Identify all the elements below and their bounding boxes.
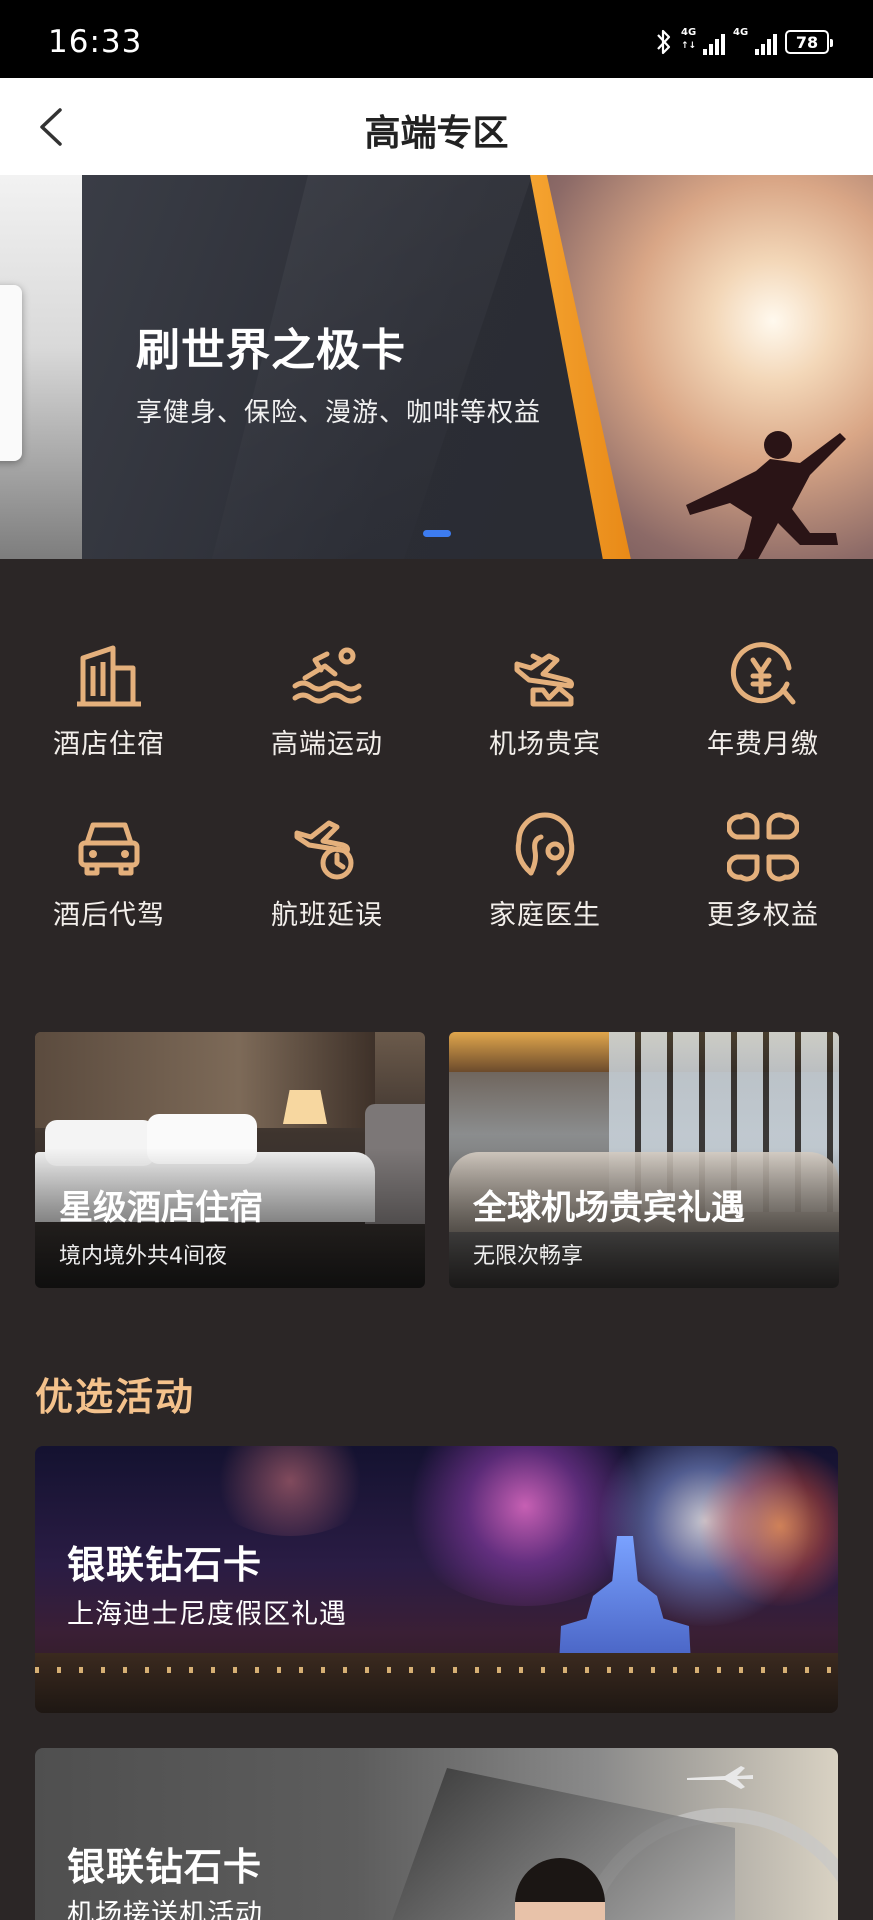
feature-cards: 星级酒店住宿 境内境外共4间夜 全球机场贵宾礼遇 无限次畅享	[35, 1032, 839, 1288]
more-grid-icon	[725, 811, 801, 883]
signal-icon-2: 4G	[733, 27, 777, 57]
card-title: 全球机场贵宾礼遇	[473, 1188, 745, 1228]
banner-title: 刷世界之极卡	[136, 325, 406, 376]
banner-subtitle: 享健身、保险、漫游、咖啡等权益	[136, 398, 542, 428]
car-icon	[71, 811, 147, 883]
building-icon	[71, 640, 147, 712]
carousel-indicator-active	[423, 530, 451, 537]
benefit-label: 高端运动	[271, 729, 383, 760]
benefit-sports[interactable]: 高端运动	[218, 640, 436, 761]
promo-airport-transfer-card[interactable]: 银联钻石卡 机场接送机活动	[35, 1748, 838, 1920]
banner-prev-slide[interactable]	[0, 175, 82, 559]
status-bar: 16:33 4G ↑↓ 4G 78	[0, 0, 873, 78]
plane-lounge-icon	[507, 640, 583, 712]
airport-lounge-card[interactable]: 全球机场贵宾礼遇 无限次畅享	[449, 1032, 839, 1288]
benefits-grid: 酒店住宿 高端运动 机场贵宾 年费月缴 酒后代驾 航班延误 家庭医生 更多权益	[0, 640, 873, 932]
benefit-label: 酒店住宿	[53, 729, 165, 760]
status-time: 16:33	[48, 24, 143, 60]
battery-icon: 78	[785, 30, 833, 54]
header: 高端专区	[0, 78, 873, 175]
card-subtitle: 境内境外共4间夜	[59, 1244, 227, 1269]
card-image	[0, 285, 22, 461]
benefit-family-doctor[interactable]: 家庭医生	[436, 811, 654, 932]
benefit-label: 更多权益	[707, 900, 819, 931]
flight-delay-icon	[289, 811, 365, 883]
benefit-annual-fee[interactable]: 年费月缴	[654, 640, 872, 761]
card-title: 星级酒店住宿	[59, 1188, 263, 1228]
bluetooth-icon	[657, 29, 671, 55]
status-icons: 4G ↑↓ 4G 78	[655, 26, 833, 58]
benefit-hotel[interactable]: 酒店住宿	[0, 640, 218, 761]
battery-level: 78	[795, 32, 819, 52]
jumping-person-image	[686, 431, 846, 559]
benefit-label: 年费月缴	[707, 729, 819, 760]
benefit-label: 航班延误	[271, 900, 383, 931]
page-title: 高端专区	[364, 113, 509, 154]
hotel-stay-card[interactable]: 星级酒店住宿 境内境外共4间夜	[35, 1032, 425, 1288]
card-subtitle: 无限次畅享	[473, 1244, 584, 1269]
yen-clock-icon	[725, 640, 801, 712]
benefit-label: 家庭医生	[489, 900, 601, 931]
signal-icon-1: 4G ↑↓	[681, 27, 725, 57]
airplane-icon	[687, 1766, 753, 1789]
benefit-label: 酒后代驾	[53, 900, 165, 931]
benefit-designated-driver[interactable]: 酒后代驾	[0, 811, 218, 932]
promo-title: 银联钻石卡	[67, 1543, 263, 1587]
lamp-image	[283, 1090, 327, 1124]
promo-subtitle: 上海迪士尼度假区礼遇	[67, 1599, 347, 1630]
promo-title: 银联钻石卡	[67, 1845, 263, 1889]
section-title: 优选活动	[35, 1375, 196, 1419]
swimming-icon	[289, 640, 365, 712]
benefit-airport-vip[interactable]: 机场贵宾	[436, 640, 654, 761]
benefit-more[interactable]: 更多权益	[654, 811, 872, 932]
banner-carousel[interactable]: 刷世界之极卡 享健身、保险、漫游、咖啡等权益	[0, 175, 873, 559]
promo-disney-card[interactable]: 银联钻石卡 上海迪士尼度假区礼遇	[35, 1446, 838, 1713]
benefit-flight-delay[interactable]: 航班延误	[218, 811, 436, 932]
stethoscope-icon	[507, 811, 583, 883]
promo-subtitle: 机场接送机活动	[67, 1899, 263, 1920]
benefit-label: 机场贵宾	[489, 729, 601, 760]
